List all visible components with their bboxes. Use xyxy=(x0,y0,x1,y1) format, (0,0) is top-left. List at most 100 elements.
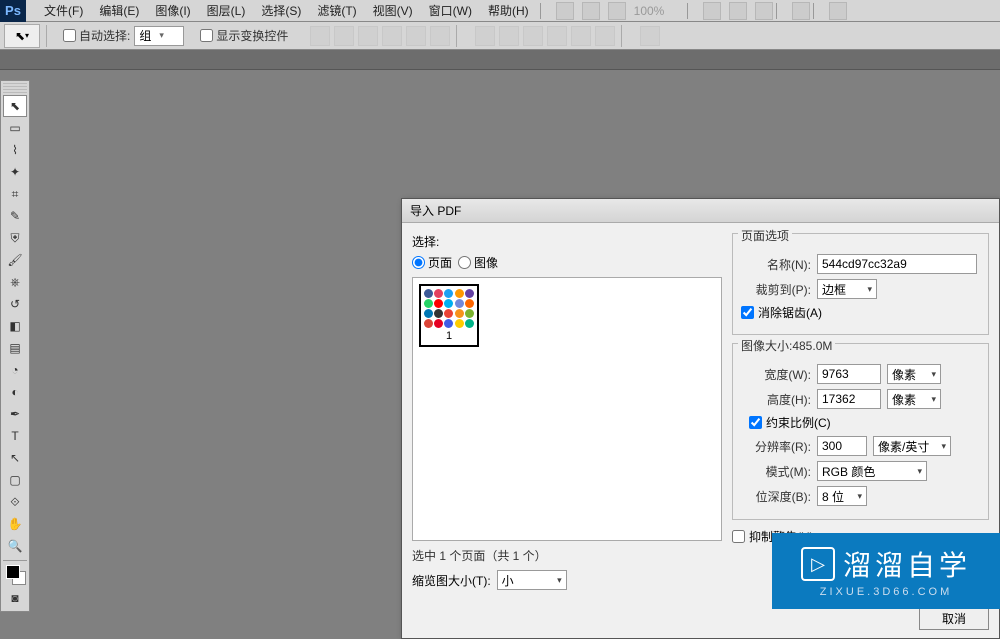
image-size-legend: 图像大小:485.0M xyxy=(738,337,835,354)
toolbox-grip[interactable] xyxy=(3,83,27,93)
radio-page-input[interactable] xyxy=(412,256,425,269)
menu-layer[interactable]: 图层(L) xyxy=(199,2,254,19)
page-preview-list[interactable]: 1 xyxy=(412,277,722,541)
move-tool[interactable]: ⬉ xyxy=(3,95,27,117)
blur-tool[interactable]: ◔ xyxy=(3,359,27,381)
cancel-button[interactable]: 取消 xyxy=(919,606,989,630)
arrange-documents-icon[interactable] xyxy=(582,2,600,20)
dodge-tool[interactable]: ◐ xyxy=(3,381,27,403)
menu-image[interactable]: 图像(I) xyxy=(147,2,198,19)
page-options-legend: 页面选项 xyxy=(738,227,792,244)
healing-brush-tool[interactable]: ⛨ xyxy=(3,227,27,249)
thumbnail-content xyxy=(424,289,474,328)
menu-filter[interactable]: 滤镜(T) xyxy=(309,2,364,19)
distribute-hcenter-icon xyxy=(571,26,591,46)
radio-page[interactable]: 页面 xyxy=(412,254,452,271)
thumbnail-number: 1 xyxy=(424,330,474,342)
foreground-color-swatch[interactable] xyxy=(6,565,20,579)
menu-view[interactable]: 视图(V) xyxy=(365,2,421,19)
divider xyxy=(621,25,622,47)
hand-tool-icon[interactable] xyxy=(703,2,721,20)
hand-tool[interactable]: ✋ xyxy=(3,513,27,535)
lasso-tool[interactable]: ⌇ xyxy=(3,139,27,161)
auto-select-checkbox[interactable] xyxy=(63,29,76,42)
radio-image-label: 图像 xyxy=(474,254,498,271)
watermark-url: ZIXUE.3D66.COM xyxy=(820,586,952,598)
magic-wand-tool[interactable]: ✦ xyxy=(3,161,27,183)
shape-tool[interactable]: ▢ xyxy=(3,469,27,491)
quick-mask-toggle[interactable]: ◙ xyxy=(3,587,27,609)
divider xyxy=(813,3,814,19)
width-unit-dropdown[interactable]: 像素 xyxy=(887,364,941,384)
divider xyxy=(456,25,457,47)
page-thumbnail[interactable]: 1 xyxy=(419,284,479,347)
depth-dropdown[interactable]: 8 位 xyxy=(817,486,867,506)
thumb-size-dropdown[interactable]: 小 xyxy=(497,570,567,590)
distribute-vcenter-icon xyxy=(499,26,519,46)
menu-select[interactable]: 选择(S) xyxy=(253,2,309,19)
workspace-switcher-icon[interactable] xyxy=(792,2,810,20)
height-label: 高度(H): xyxy=(741,391,811,408)
divider xyxy=(46,25,47,47)
gradient-tool[interactable]: ▤ xyxy=(3,337,27,359)
watermark-logo-icon: ▷ xyxy=(801,547,835,581)
eraser-tool[interactable]: ◧ xyxy=(3,315,27,337)
align-hcenter-icon xyxy=(406,26,426,46)
menu-file[interactable]: 文件(F) xyxy=(36,2,91,19)
crop-tool[interactable]: ⌗ xyxy=(3,183,27,205)
clone-stamp-tool[interactable]: ⎈ xyxy=(3,271,27,293)
name-label: 名称(N): xyxy=(741,256,811,273)
thumb-size-label: 缩览图大小(T): xyxy=(412,572,491,589)
align-vcenter-icon xyxy=(334,26,354,46)
antialias-checkbox[interactable] xyxy=(741,306,754,319)
auto-select-dropdown[interactable]: 组 xyxy=(134,26,184,46)
divider xyxy=(776,3,777,19)
zoom-tool-icon[interactable] xyxy=(729,2,747,20)
pen-tool[interactable]: ✒ xyxy=(3,403,27,425)
current-tool-preset[interactable]: ⬉▾ xyxy=(4,24,40,48)
select-legend: 选择: xyxy=(412,235,439,249)
menu-window[interactable]: 窗口(W) xyxy=(421,2,480,19)
align-left-icon xyxy=(382,26,402,46)
divider xyxy=(687,3,688,19)
path-selection-tool[interactable]: ↖ xyxy=(3,447,27,469)
suppress-warnings-checkbox[interactable] xyxy=(732,530,745,543)
mode-dropdown[interactable]: RGB 颜色 xyxy=(817,461,927,481)
type-tool[interactable]: T xyxy=(3,425,27,447)
3d-tool[interactable]: ⟐ xyxy=(3,491,27,513)
extras-icon[interactable] xyxy=(829,2,847,20)
brush-tool[interactable]: 🖌 xyxy=(3,249,27,271)
dialog-titlebar[interactable]: 导入 PDF xyxy=(402,199,999,223)
marquee-tool[interactable]: ▭ xyxy=(3,117,27,139)
resolution-unit-dropdown[interactable]: 像素/英寸 xyxy=(873,436,951,456)
screen-mode-icon[interactable] xyxy=(608,2,626,20)
zoom-tool[interactable]: 🔍 xyxy=(3,535,27,557)
resolution-input[interactable] xyxy=(817,436,867,456)
watermark-text: 溜溜自学 xyxy=(843,544,971,584)
divider xyxy=(540,3,541,19)
history-brush-tool[interactable]: ↺ xyxy=(3,293,27,315)
antialias-label: 消除锯齿(A) xyxy=(758,304,822,321)
height-unit-dropdown[interactable]: 像素 xyxy=(887,389,941,409)
radio-image[interactable]: 图像 xyxy=(458,254,498,271)
menu-edit[interactable]: 编辑(E) xyxy=(91,2,147,19)
menu-help[interactable]: 帮助(H) xyxy=(480,2,537,19)
rotate-view-icon[interactable] xyxy=(755,2,773,20)
align-right-icon xyxy=(430,26,450,46)
eyedropper-tool[interactable]: ✎ xyxy=(3,205,27,227)
color-swatches[interactable] xyxy=(6,565,24,583)
auto-select-label: 自动选择: xyxy=(79,27,130,44)
height-input[interactable] xyxy=(817,389,881,409)
launch-bridge-icon[interactable] xyxy=(556,2,574,20)
constrain-checkbox[interactable] xyxy=(749,416,762,429)
depth-label: 位深度(B): xyxy=(741,488,811,505)
show-transform-checkbox[interactable] xyxy=(200,29,213,42)
distribute-top-icon xyxy=(475,26,495,46)
crop-dropdown[interactable]: 边框 xyxy=(817,279,877,299)
width-input[interactable] xyxy=(817,364,881,384)
constrain-label: 约束比例(C) xyxy=(766,414,831,431)
toolbox: ⬉ ▭ ⌇ ✦ ⌗ ✎ ⛨ 🖌 ⎈ ↺ ◧ ▤ ◔ ◐ ✒ T ↖ ▢ ⟐ ✋ … xyxy=(0,80,30,612)
auto-align-icon xyxy=(640,26,660,46)
name-input[interactable] xyxy=(817,254,977,274)
radio-image-input[interactable] xyxy=(458,256,471,269)
